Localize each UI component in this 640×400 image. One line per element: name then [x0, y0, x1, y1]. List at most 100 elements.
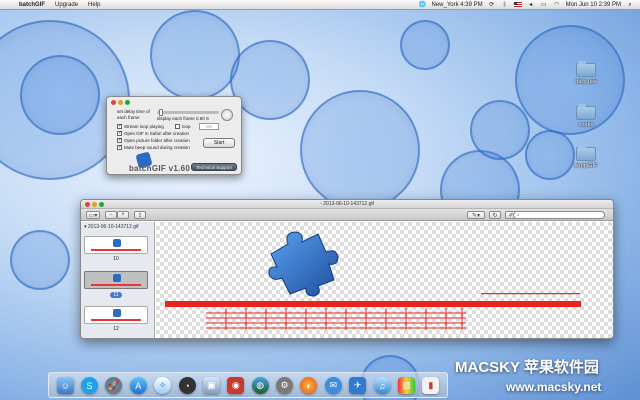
puzzle-piece-icon: [268, 231, 339, 297]
rotate-button[interactable]: ↻: [489, 211, 501, 219]
wifi-icon[interactable]: ◠: [553, 2, 561, 8]
desktop-folder[interactable]: daily use: [566, 61, 606, 85]
menu-bar: batchGIF Upgrade Help 🌐 New_York 4:39 PM…: [0, 0, 640, 10]
red-line: [91, 284, 141, 286]
watermark-brand: MACSKY 苹果软件园: [455, 359, 599, 376]
minimize-button[interactable]: [118, 100, 123, 105]
globe-icon[interactable]: 🌐: [418, 2, 426, 8]
google-earth-icon[interactable]: ◍: [251, 377, 269, 394]
zoom-in-button[interactable]: +: [117, 211, 129, 219]
close-button[interactable]: [85, 202, 90, 207]
frame-number: 10: [113, 256, 119, 262]
finder-icon[interactable]: ☺: [56, 377, 74, 394]
firefox-icon[interactable]: ◐: [300, 377, 318, 394]
desktop-folder[interactable]: temp/GIF: [566, 145, 606, 169]
app-store-icon[interactable]: A: [129, 377, 147, 394]
delay-slider[interactable]: [157, 109, 219, 116]
menu-app-name[interactable]: batchGIF: [14, 2, 50, 8]
preview-window: ▫ 2013-06-10-143712.gif ▭▾ − + ⇪ ✎▾ ↻ ✐ …: [80, 199, 614, 339]
dashboard-icon[interactable]: ◔: [178, 377, 196, 394]
chart-icon[interactable]: ▮: [422, 377, 440, 394]
frame-number-label: 11: [110, 292, 122, 298]
checkbox-box[interactable]: ✓: [117, 145, 122, 150]
colorsync-icon[interactable]: ▥: [397, 377, 415, 394]
gif-canvas[interactable]: [156, 222, 613, 338]
open-folder-checkbox[interactable]: ✓ Open picture folder after creation: [117, 138, 190, 143]
safari-icon[interactable]: ✧: [154, 377, 172, 394]
clock-city[interactable]: New_York 4:39 PM: [431, 2, 482, 8]
mute-beep-checkbox[interactable]: ✓ Mute beep sound during creation: [117, 145, 190, 150]
desktop-folder-label: daily use: [575, 79, 597, 85]
frame-number: 12: [113, 326, 119, 332]
photo-booth-icon[interactable]: ◉: [227, 377, 245, 394]
puzzle-icon: [113, 239, 121, 247]
launchpad-icon[interactable]: 🚀: [105, 377, 123, 394]
open-safari-checkbox[interactable]: ✓ Open GIF in Safari after creation: [117, 131, 189, 136]
menu-upgrade[interactable]: Upgrade: [50, 2, 83, 8]
technical-support-button[interactable]: Technical Support: [191, 163, 237, 171]
preview-title: 2013-06-10-143712.gif: [323, 201, 374, 207]
red-hatch-lines: [206, 308, 466, 330]
thumbnail-sidebar: ▾ 2013-06-10-143712.gif 10 11 12: [81, 222, 155, 338]
red-line: [91, 319, 141, 321]
watermark-url: www.macsky.net: [506, 380, 602, 394]
puzzle-icon: [113, 274, 121, 282]
checkbox-box[interactable]: ✓: [117, 124, 122, 129]
red-line: [91, 249, 141, 251]
battery-icon[interactable]: ▭: [540, 2, 548, 8]
checkbox-label: loop: [182, 124, 191, 129]
checkbox-label: Open picture folder after creation: [124, 138, 190, 143]
sidebar-header[interactable]: ▾ 2013-06-10-143712.gif: [81, 222, 154, 232]
version-label: batchGIF v1.60: [129, 164, 191, 173]
folder-icon: [576, 104, 596, 120]
view-menu-button[interactable]: ▭▾: [86, 211, 100, 219]
frame-thumbnail[interactable]: [84, 236, 148, 254]
sync-icon[interactable]: ⟳: [488, 2, 496, 8]
annotate-button[interactable]: ✎▾: [467, 211, 485, 219]
delay-label: set delay time of each frame: [117, 109, 150, 120]
checkbox-box[interactable]: [175, 124, 180, 129]
messages-icon[interactable]: ✉: [324, 377, 342, 394]
window-controls: [85, 202, 104, 207]
checkbox-box[interactable]: ✓: [117, 138, 122, 143]
display-each-frame: display each frame 0.60 S: [157, 116, 210, 121]
volume-icon[interactable]: ◂: [527, 2, 535, 8]
loop-checkbox[interactable]: loop: [175, 124, 191, 129]
checkbox-label: Open GIF in Safari after creation: [124, 131, 190, 136]
desktop-folder-label: works: [578, 122, 594, 128]
stream-loop-checkbox[interactable]: ✓ Stream loop playing: [117, 124, 164, 129]
system-preferences-icon[interactable]: ⚙: [276, 377, 294, 394]
delay-slider-thumb[interactable]: [159, 109, 163, 116]
spotlight-icon[interactable]: ⌕: [626, 2, 634, 8]
frame-number: 11: [81, 292, 151, 298]
menu-help[interactable]: Help: [83, 2, 105, 8]
preview-titlebar: ▫ 2013-06-10-143712.gif: [81, 200, 613, 209]
zoom-out-button[interactable]: −: [105, 211, 117, 219]
share-button[interactable]: ⇪: [134, 211, 146, 219]
checkbox-box[interactable]: ✓: [117, 131, 122, 136]
zoom-button[interactable]: [125, 100, 130, 105]
us-flag-icon[interactable]: [513, 2, 522, 7]
puzzle-icon: [113, 309, 121, 317]
folder-icon: [576, 61, 596, 77]
delay-dial[interactable]: [221, 109, 233, 121]
search-icon: ⌕: [517, 212, 520, 218]
checkbox-label: Mute beep sound during creation: [124, 145, 190, 150]
frame-thumbnail-selected[interactable]: [84, 271, 148, 289]
minimize-button[interactable]: [92, 202, 97, 207]
itunes-icon[interactable]: ♫: [373, 377, 391, 394]
zoom-button[interactable]: [99, 202, 104, 207]
start-button[interactable]: Start: [203, 138, 235, 148]
skype-icon[interactable]: S: [81, 377, 99, 394]
close-button[interactable]: [111, 100, 116, 105]
desktop-folder[interactable]: works: [566, 104, 606, 128]
bluetooth-icon[interactable]: ᛒ: [501, 2, 509, 8]
window-controls: [111, 100, 130, 105]
loop-count-field[interactable]: 999: [199, 123, 219, 130]
menu-clock[interactable]: Mon Jun 10 2:39 PM: [566, 2, 621, 8]
preview-icon[interactable]: ▣: [202, 377, 220, 394]
dock: ☺ S 🚀 A ✧ ◔ ▣ ◉ ◍ ⚙ ◐ ✉ ✈ ♫ ▥ ▮: [48, 372, 448, 398]
search-input[interactable]: ⌕: [513, 211, 605, 219]
frame-thumbnail[interactable]: [84, 306, 148, 324]
mail-icon[interactable]: ✈: [349, 377, 367, 394]
